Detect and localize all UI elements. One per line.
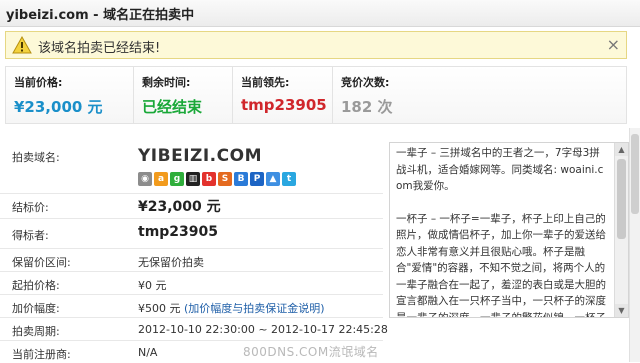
description-text: 一辈子 – 三拼域名中的王者之一，7字母3拼战斗机，适合婚嫁网等。同类域名: w… (396, 145, 608, 318)
description-paragraph-1: 一辈子 – 三拼域名中的王者之一，7字母3拼战斗机，适合婚嫁网等。同类域名: w… (396, 147, 604, 192)
site-tool-icons: ◉ a g ▥ b S B P ▲ t (138, 168, 298, 186)
description-scrollbar[interactable]: ▲ ▼ (614, 143, 628, 317)
scroll-down-icon[interactable]: ▼ (615, 304, 628, 317)
stat-leader: 当前领先: tmp23905 (232, 67, 333, 123)
twitter-icon[interactable]: t (282, 171, 296, 186)
domain-description-box[interactable]: 一辈子 – 三拼域名中的王者之一，7字母3拼战斗机，适合婚嫁网等。同类域名: w… (389, 142, 629, 318)
auction-stats: 当前价格: ¥23,000 元 剩余时间: 已经结束 当前领先: tmp2390… (5, 66, 627, 124)
winner-value: tmp23905 (138, 224, 219, 240)
stat-time-left: 剩余时间: 已经结束 (133, 67, 233, 123)
close-icon[interactable]: × (607, 35, 620, 55)
sogou-icon[interactable]: S (218, 171, 232, 186)
alert-message: 该域名拍卖已经结束! (38, 41, 161, 56)
page-scroll-thumb[interactable] (631, 134, 639, 214)
page-header: yibeizi.com - 域名正在拍卖中 (0, 0, 640, 27)
stat-current-price: 当前价格: ¥23,000 元 (6, 67, 133, 123)
stat-label: 当前领先: (241, 76, 290, 89)
detail-label: 起拍价格: (12, 279, 60, 292)
alexa-icon[interactable]: a (154, 171, 168, 186)
detail-row-increment: 加价幅度: ¥500 元 (加价幅度与拍卖保证金说明) (0, 295, 383, 318)
auction-ended-alert: 该域名拍卖已经结束! × (5, 31, 627, 59)
bid-count-value: 182 次 (341, 98, 393, 116)
google-icon[interactable]: g (170, 171, 184, 186)
stat-label: 剩余时间: (142, 76, 191, 89)
domain-name: YIBEIZI.COM (138, 146, 262, 166)
detail-row-period: 拍卖周期: 2012-10-10 22:30:00 ~ 2012-10-17 2… (0, 318, 388, 341)
detail-label: 保留价区间: (12, 256, 71, 269)
bing-icon[interactable]: B (234, 171, 248, 186)
archive-icon[interactable]: ▥ (186, 171, 200, 186)
detail-label: 结标价: (12, 201, 49, 214)
detail-label: 拍卖域名: (12, 151, 60, 164)
increment-amount: ¥500 元 (138, 302, 181, 315)
registrar-value: N/A (138, 346, 158, 359)
start-price-value: ¥0 元 (138, 279, 167, 292)
scroll-thumb[interactable] (617, 159, 626, 239)
pagerank-icon[interactable]: P (250, 171, 264, 186)
detail-row-reserve: 保留价区间: 无保留价拍卖 (0, 249, 383, 272)
increment-value: ¥500 元 (加价幅度与拍卖保证金说明) (138, 300, 325, 316)
baidu-icon[interactable]: b (202, 171, 216, 186)
stat-label: 竞价次数: (341, 76, 390, 89)
detail-row-final-price: 结标价: ¥23,000 元 (0, 193, 383, 219)
leader-value: tmp23905 (241, 96, 327, 114)
stat-bid-count: 竞价次数: 182 次 (332, 67, 433, 123)
page-scrollbar[interactable] (629, 128, 640, 362)
share-icon[interactable]: ▲ (266, 171, 280, 186)
detail-row-start-price: 起拍价格: ¥0 元 (0, 272, 383, 295)
reserve-value: 无保留价拍卖 (138, 256, 204, 269)
detail-row-domain: 拍卖域名: YIBEIZI.COM ◉ a g ▥ b S B P ▲ t (0, 140, 383, 194)
eye-icon[interactable]: ◉ (138, 171, 152, 186)
increment-help-link[interactable]: (加价幅度与拍卖保证金说明) (184, 302, 325, 315)
description-paragraph-2: 一杯子 – 一杯子=一辈子，杯子上印上自己的照片，做成情侣杯子，加上你一辈子的爱… (396, 212, 606, 318)
watermark: 800DNS.COM流氓域名 (243, 345, 379, 359)
warning-icon (12, 36, 32, 54)
detail-label: 得标者: (12, 229, 49, 242)
current-price-value: ¥23,000 元 (14, 98, 103, 116)
detail-label: 拍卖周期: (12, 325, 60, 338)
scroll-up-icon[interactable]: ▲ (615, 143, 628, 156)
detail-row-winner: 得标者: tmp23905 (0, 219, 383, 249)
detail-label: 加价幅度: (12, 302, 60, 315)
stat-label: 当前价格: (14, 76, 63, 89)
final-price-value: ¥23,000 元 (138, 199, 221, 215)
page-title: yibeizi.com - 域名正在拍卖中 (6, 8, 195, 23)
time-left-value: 已经结束 (142, 98, 203, 116)
period-value: 2012-10-10 22:30:00 ~ 2012-10-17 22:45:2… (138, 323, 388, 336)
detail-label: 当前注册商: (12, 348, 71, 361)
auction-details: 拍卖域名: YIBEIZI.COM ◉ a g ▥ b S B P ▲ t 结标价: ¥23,00… (0, 140, 388, 362)
